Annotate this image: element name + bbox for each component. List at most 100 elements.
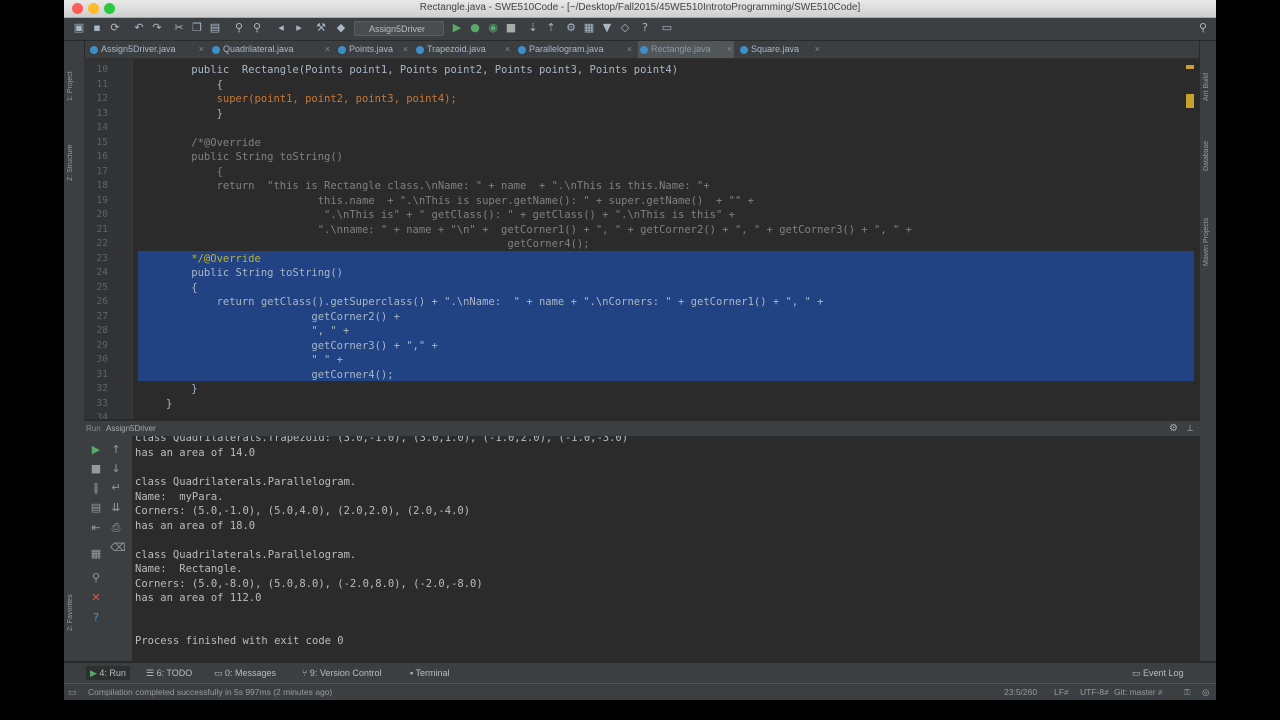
close-run-icon[interactable]: ✕	[90, 592, 102, 604]
tab-messages[interactable]: ▭ 0: Messages	[214, 666, 276, 680]
lock-icon[interactable]: ⚿	[1184, 684, 1190, 700]
code-editor[interactable]: 10 public Rectangle(Points point1, Point…	[84, 59, 1200, 419]
database-button[interactable]: Database	[1203, 141, 1210, 171]
right-tool-strip: Ant Build Database Maven Projects	[1199, 41, 1216, 661]
tab-version-control[interactable]: ⑂ 9: Version Control	[302, 666, 381, 680]
help-icon[interactable]: ?	[90, 612, 102, 624]
tab-run[interactable]: ▶ 4: Run	[86, 666, 130, 680]
find-icon[interactable]: ⚲	[232, 21, 246, 35]
console-line: has an area of 112.0	[135, 592, 262, 604]
scroll-down-icon[interactable]: ↓	[110, 463, 122, 475]
close-tab-icon[interactable]: ×	[815, 41, 820, 58]
run-icon[interactable]: ▶	[450, 21, 464, 35]
search-everywhere-icon[interactable]: ⚲	[1196, 21, 1210, 35]
stop-icon[interactable]: ■	[90, 463, 102, 475]
dump-threads-icon[interactable]: ▤	[90, 502, 102, 514]
clear-all-icon[interactable]: ⌫	[110, 542, 126, 554]
make-icon[interactable]: ◆	[334, 21, 348, 35]
tab-todo[interactable]: ☰ 6: TODO	[146, 666, 192, 680]
close-tab-icon[interactable]: ×	[627, 41, 632, 58]
tab-terminal[interactable]: ▪ Terminal	[410, 666, 450, 680]
sync-icon[interactable]: ⟳	[108, 21, 122, 35]
close-tab-icon[interactable]: ×	[199, 41, 204, 58]
open-folder-icon[interactable]: ▣	[72, 21, 86, 35]
structure-tool-window-button[interactable]: Z: Structure	[67, 144, 74, 181]
code-line: 17 {	[96, 165, 223, 178]
vcs-icon: ⑂	[302, 668, 310, 678]
soft-wrap-icon[interactable]: ↵	[110, 482, 122, 494]
cut-icon[interactable]: ✂	[172, 21, 186, 35]
bottom-tool-tabs: ▶ 4: Run ☰ 6: TODO ▭ 0: Messages ⑂ 9: Ve…	[64, 662, 1216, 683]
build-icon[interactable]: ⚒	[314, 21, 328, 35]
code-line: 18 return "this is Rectangle class.\nNam…	[96, 180, 710, 192]
copy-icon[interactable]: ❐	[190, 21, 204, 35]
task-icon[interactable]: ▭	[660, 21, 674, 35]
rerun-icon[interactable]: ▶	[90, 444, 102, 456]
title-bar: Rectangle.java - SWE510Code - [~/Desktop…	[64, 0, 1216, 18]
project-tool-window-button[interactable]: 1: Project	[67, 71, 74, 101]
favorites-tool-window-button[interactable]: 2: Favorites	[67, 594, 74, 631]
tab-assign5driver[interactable]: Assign5Driver.java ×	[88, 41, 206, 58]
java-class-icon	[740, 46, 748, 54]
ant-build-button[interactable]: Ant Build	[1203, 73, 1210, 101]
tab-square[interactable]: Square.java ×	[738, 41, 822, 58]
code-line: 28 ", " +	[96, 325, 350, 337]
pause-icon[interactable]: ‖	[90, 482, 102, 494]
sdk-icon[interactable]: ▼	[600, 21, 614, 35]
run-icon: ▶	[90, 668, 100, 678]
run-panel-title: Run	[86, 424, 101, 433]
console-line: class Quadrilaterals.Parallelogram.	[135, 476, 357, 488]
run-panel-config[interactable]: Assign5Driver	[106, 421, 156, 436]
debug-icon[interactable]: ●	[468, 21, 482, 35]
caret-position[interactable]: 23:5/260	[1004, 684, 1037, 700]
hide-panel-icon[interactable]: ⊥	[1186, 421, 1194, 436]
stop-icon[interactable]: ■	[504, 21, 518, 35]
print-icon[interactable]: ⎙	[110, 522, 122, 534]
paste-icon[interactable]: ▤	[208, 21, 222, 35]
event-log-icon: ▭	[1132, 668, 1144, 678]
tab-quadrilateral[interactable]: Quadrilateral.java ×	[210, 41, 332, 58]
redo-icon[interactable]: ↷	[150, 21, 164, 35]
close-tab-icon[interactable]: ×	[505, 41, 510, 58]
android-icon[interactable]: ◇	[618, 21, 632, 35]
console-line: has an area of 18.0	[135, 519, 256, 532]
close-tab-icon[interactable]: ×	[325, 41, 330, 58]
forward-icon[interactable]: ▸	[292, 21, 306, 35]
back-icon[interactable]: ◂	[274, 21, 288, 35]
save-icon[interactable]: ▪	[90, 21, 104, 35]
code-line: 10 public Rectangle(Points point1, Point…	[96, 64, 679, 76]
pin-icon[interactable]: ⚲	[90, 572, 102, 584]
console-line: has an area of 14.0	[135, 447, 256, 459]
scroll-to-end-icon[interactable]: ⇊	[110, 502, 122, 514]
close-tab-icon[interactable]: ×	[403, 41, 408, 58]
replace-icon[interactable]: ⚲	[250, 21, 264, 35]
help-icon[interactable]: ?	[638, 21, 652, 35]
toggle-tool-windows-icon[interactable]: ▭	[68, 684, 77, 700]
scroll-up-icon[interactable]: ↑	[110, 444, 122, 456]
project-structure-icon[interactable]: ▦	[582, 21, 596, 35]
layout-icon[interactable]: ▦	[90, 548, 102, 560]
tab-parallelogram[interactable]: Parallelogram.java ×	[516, 41, 634, 58]
close-tab-icon[interactable]: ×	[727, 41, 732, 58]
line-separator[interactable]: LF≠	[1054, 684, 1069, 700]
git-branch[interactable]: Git: master ≠	[1114, 684, 1163, 700]
gear-icon[interactable]: ⚙	[1169, 421, 1178, 436]
tab-rectangle[interactable]: Rectangle.java ×	[638, 41, 734, 58]
tab-trapezoid[interactable]: Trapezoid.java ×	[414, 41, 512, 58]
maven-projects-button[interactable]: Maven Projects	[1203, 218, 1210, 266]
run-config-select[interactable]: Assign5Driver	[354, 21, 444, 36]
event-log-button[interactable]: ▭ Event Log	[1132, 666, 1184, 680]
console-output[interactable]: class Quadrilaterals.Trapezoid: (3.0,-1.…	[133, 436, 1200, 661]
undo-icon[interactable]: ↶	[132, 21, 146, 35]
vcs-commit-icon[interactable]: ⇡	[544, 21, 558, 35]
console-line: class Quadrilaterals.Trapezoid: (3.0,-1.…	[135, 436, 629, 444]
exit-icon[interactable]: ⇤	[90, 522, 102, 534]
inspector-icon[interactable]: ◎	[1202, 684, 1209, 700]
console-line: Process finished with exit code 0	[135, 635, 344, 647]
vcs-update-icon[interactable]: ⇣	[526, 21, 540, 35]
messages-icon: ▭	[214, 668, 226, 678]
file-encoding[interactable]: UTF-8≠	[1080, 684, 1109, 700]
settings-icon[interactable]: ⚙	[564, 21, 578, 35]
coverage-icon[interactable]: ◉	[486, 21, 500, 35]
tab-points[interactable]: Points.java ×	[336, 41, 410, 58]
